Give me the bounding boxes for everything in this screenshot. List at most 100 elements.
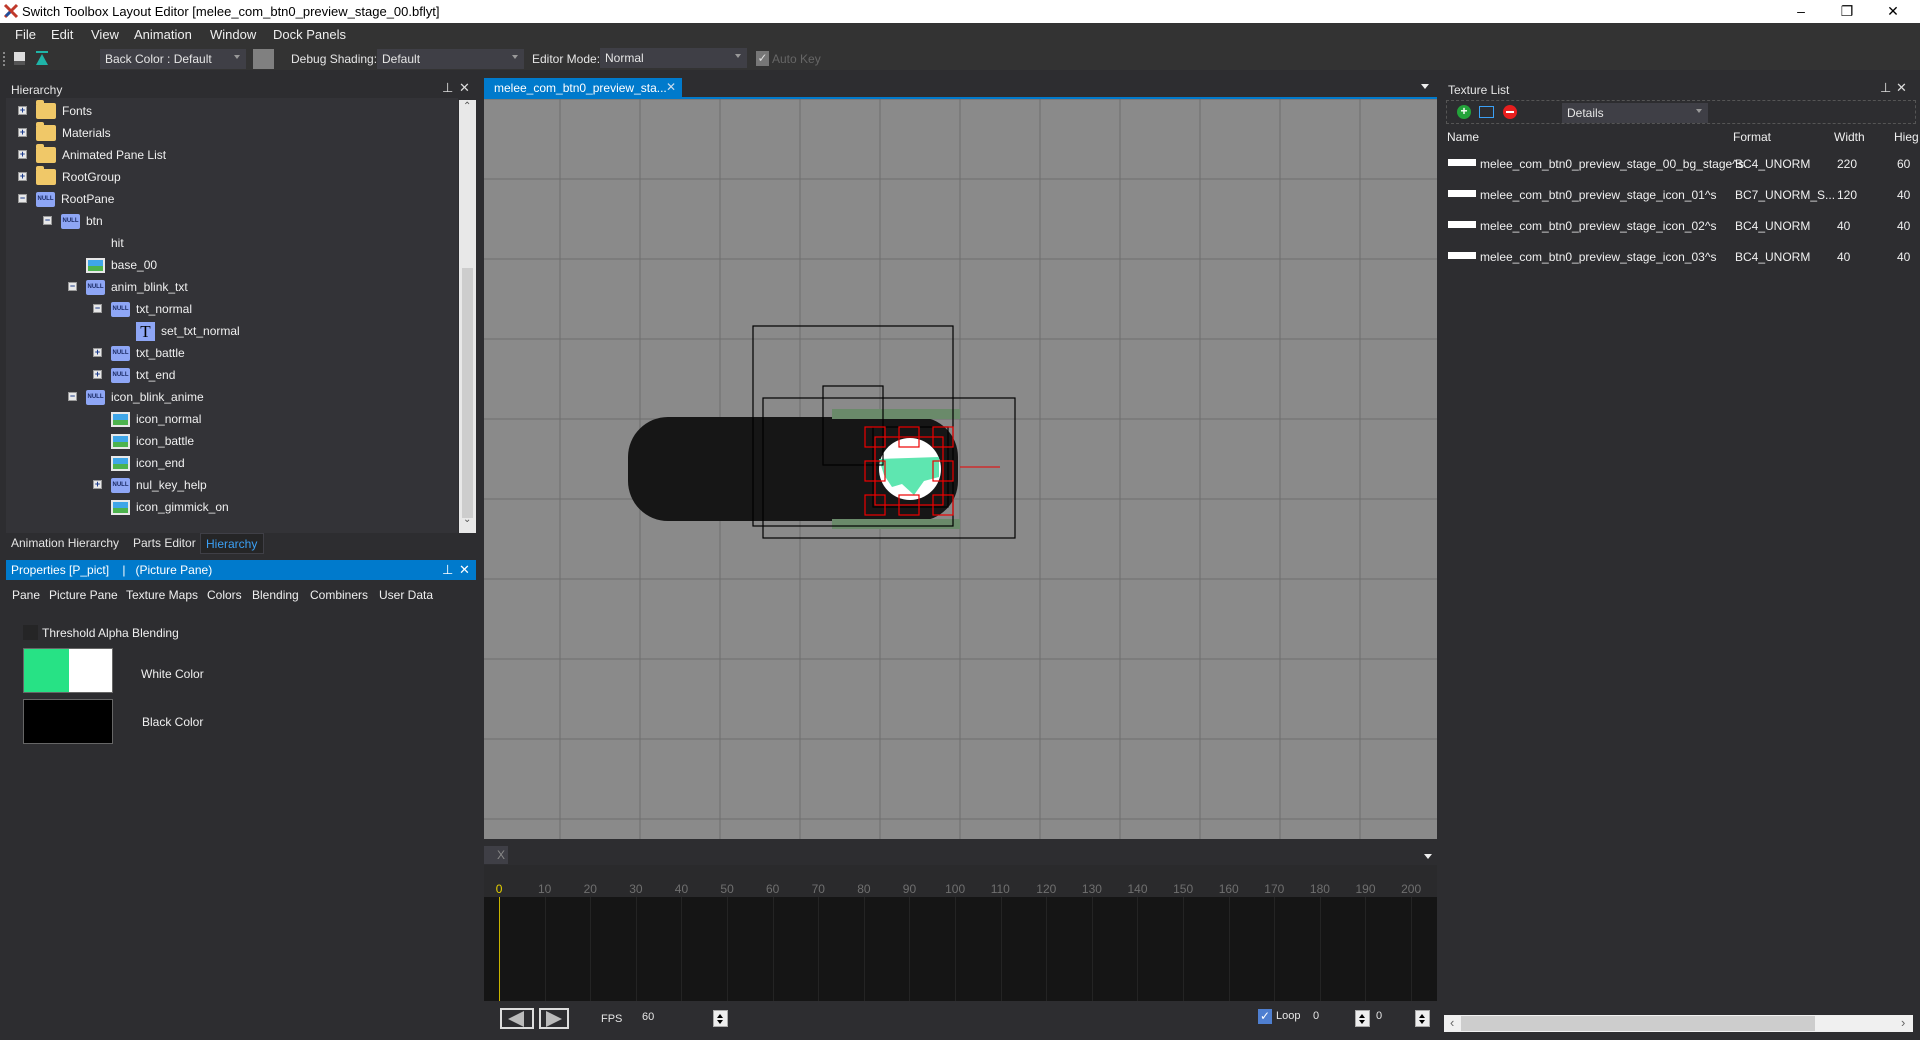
menu-edit[interactable]: Edit	[51, 27, 73, 42]
collapse-icon[interactable]: −	[68, 392, 77, 401]
view-mode-dropdown[interactable]: Details	[1562, 103, 1708, 123]
layout-canvas[interactable]	[484, 99, 1437, 839]
tab-parts-editor[interactable]: Parts Editor	[133, 536, 196, 550]
tab-list-dropdown-icon[interactable]	[1421, 84, 1429, 89]
loop-start-input[interactable]: 0	[1313, 1010, 1319, 1022]
column-width[interactable]: Width	[1834, 130, 1865, 144]
tree-item-btn[interactable]: NULL btn	[61, 210, 103, 232]
tree-item-txt-normal[interactable]: NULL txt_normal	[111, 298, 192, 320]
tree-item-icon-gimmick-on[interactable]: icon_gimmick_on	[111, 496, 229, 518]
close-window-button[interactable]: ✕	[1870, 0, 1916, 23]
tab-texture-maps[interactable]: Texture Maps	[126, 588, 198, 602]
white-color-swatch[interactable]	[23, 648, 113, 693]
timeline-track[interactable]	[484, 897, 1437, 1001]
scroll-up-icon[interactable]: ⌃	[463, 101, 471, 112]
pin-icon[interactable]: ⊥	[1880, 80, 1891, 96]
maximize-button[interactable]: ❐	[1824, 0, 1870, 23]
timeline-tab[interactable]: X	[484, 846, 508, 864]
tab-colors[interactable]: Colors	[207, 588, 242, 602]
scroll-right-icon[interactable]: ›	[1901, 1015, 1905, 1030]
collapse-icon[interactable]: −	[43, 216, 52, 225]
timeline-playhead[interactable]	[499, 897, 500, 1001]
back-color-dropdown[interactable]: Back Color : Default	[100, 49, 246, 69]
tree-item-icon-normal[interactable]: icon_normal	[111, 408, 201, 430]
collapse-icon[interactable]: −	[18, 194, 27, 203]
expand-icon[interactable]: +	[93, 348, 102, 357]
auto-key-checkbox[interactable]: ✓	[756, 51, 769, 66]
tree-item-txt-battle[interactable]: NULL txt_battle	[111, 342, 185, 364]
black-color-swatch[interactable]	[23, 699, 113, 744]
timeline-dropdown-icon[interactable]	[1424, 854, 1432, 859]
menu-dock-panels[interactable]: Dock Panels	[273, 27, 346, 42]
hierarchy-scroll-thumb[interactable]	[462, 268, 473, 518]
expand-icon[interactable]: +	[18, 150, 27, 159]
toolbar-grip[interactable]	[3, 52, 5, 66]
tree-item-base-00[interactable]: base_00	[86, 254, 157, 276]
tree-item-icon-battle[interactable]: icon_battle	[111, 430, 194, 452]
tree-item-icon-end[interactable]: icon_end	[111, 452, 185, 474]
align-top-icon[interactable]	[35, 51, 49, 66]
tree-item-nul-key-help[interactable]: NULL nul_key_help	[111, 474, 207, 496]
texture-row[interactable]: melee_com_btn0_preview_stage_icon_03^s BC…	[1448, 246, 1910, 268]
tree-item-hit[interactable]: hit	[86, 232, 124, 254]
fps-input[interactable]: 60	[642, 1011, 654, 1023]
texture-list-hscrollbar[interactable]: ‹ ›	[1444, 1015, 1913, 1032]
texture-row[interactable]: melee_com_btn0_preview_stage_00_bg_stage…	[1448, 153, 1910, 175]
column-height[interactable]: Hieg	[1894, 130, 1919, 144]
save-icon[interactable]	[14, 52, 25, 65]
tree-item-animated-pane-list[interactable]: Animated Pane List	[36, 144, 166, 166]
collapse-icon[interactable]: −	[68, 282, 77, 291]
debug-shading-dropdown[interactable]: Default	[377, 49, 524, 69]
tree-item-rootgroup[interactable]: RootGroup	[36, 166, 121, 188]
menu-window[interactable]: Window	[210, 27, 256, 42]
loop-checkbox[interactable]: ✓	[1258, 1009, 1272, 1024]
fps-stepper[interactable]	[713, 1010, 728, 1027]
expand-icon[interactable]: +	[93, 370, 102, 379]
pin-icon[interactable]: ⊥	[442, 562, 453, 578]
threshold-alpha-checkbox[interactable]	[23, 625, 38, 640]
close-icon[interactable]: ✕	[459, 562, 470, 578]
tree-item-rootpane[interactable]: NULL RootPane	[36, 188, 114, 210]
close-icon[interactable]: ✕	[459, 80, 470, 96]
tab-picture-pane[interactable]: Picture Pane	[49, 588, 118, 602]
expand-icon[interactable]: +	[18, 172, 27, 181]
loop-start-stepper[interactable]	[1355, 1010, 1370, 1027]
menu-file[interactable]: File	[15, 27, 36, 42]
tree-item-anim-blink-txt[interactable]: NULL anim_blink_txt	[86, 276, 188, 298]
tree-item-set-txt-normal[interactable]: Tset_txt_normal	[136, 320, 240, 342]
tree-item-icon-blink-anime[interactable]: NULL icon_blink_anime	[86, 386, 204, 408]
collapse-icon[interactable]: −	[93, 304, 102, 313]
texture-row[interactable]: melee_com_btn0_preview_stage_icon_02^s BC…	[1448, 215, 1910, 237]
image-icon[interactable]	[1479, 106, 1494, 118]
expand-icon[interactable]: +	[93, 480, 102, 489]
minimize-button[interactable]: –	[1778, 0, 1824, 23]
hscroll-thumb[interactable]	[1461, 1016, 1815, 1031]
tab-blending[interactable]: Blending	[252, 588, 299, 602]
frame-stepper[interactable]	[1415, 1010, 1430, 1027]
tree-item-txt-end[interactable]: NULL txt_end	[111, 364, 175, 386]
texture-row[interactable]: melee_com_btn0_preview_stage_icon_01^s BC…	[1448, 184, 1910, 206]
column-format[interactable]: Format	[1733, 130, 1771, 144]
play-backward-button[interactable]	[500, 1008, 534, 1029]
frame-input[interactable]: 0	[1376, 1010, 1382, 1022]
tree-item-materials[interactable]: Materials	[36, 122, 111, 144]
scroll-down-icon[interactable]: ⌄	[463, 514, 471, 525]
tab-hierarchy[interactable]: Hierarchy	[200, 533, 264, 554]
close-timeline-tab-icon[interactable]: X	[497, 848, 505, 862]
hierarchy-scrollbar[interactable]: ⌃ ⌄	[459, 100, 476, 533]
tab-combiners[interactable]: Combiners	[310, 588, 368, 602]
pin-icon[interactable]: ⊥	[442, 80, 453, 96]
editor-mode-dropdown[interactable]: Normal	[600, 48, 747, 68]
tab-pane[interactable]: Pane	[12, 588, 40, 602]
expand-icon[interactable]: +	[18, 128, 27, 137]
remove-texture-icon[interactable]	[1503, 105, 1517, 119]
expand-icon[interactable]: +	[18, 106, 27, 115]
close-tab-icon[interactable]: ✕	[666, 80, 676, 94]
close-icon[interactable]: ✕	[1896, 80, 1907, 96]
tree-item-fonts[interactable]: Fonts	[36, 100, 92, 122]
add-texture-icon[interactable]: +	[1457, 105, 1471, 119]
play-forward-button[interactable]	[539, 1008, 569, 1029]
column-name[interactable]: Name	[1447, 130, 1479, 144]
menu-view[interactable]: View	[91, 27, 119, 42]
back-color-swatch[interactable]	[253, 49, 274, 69]
